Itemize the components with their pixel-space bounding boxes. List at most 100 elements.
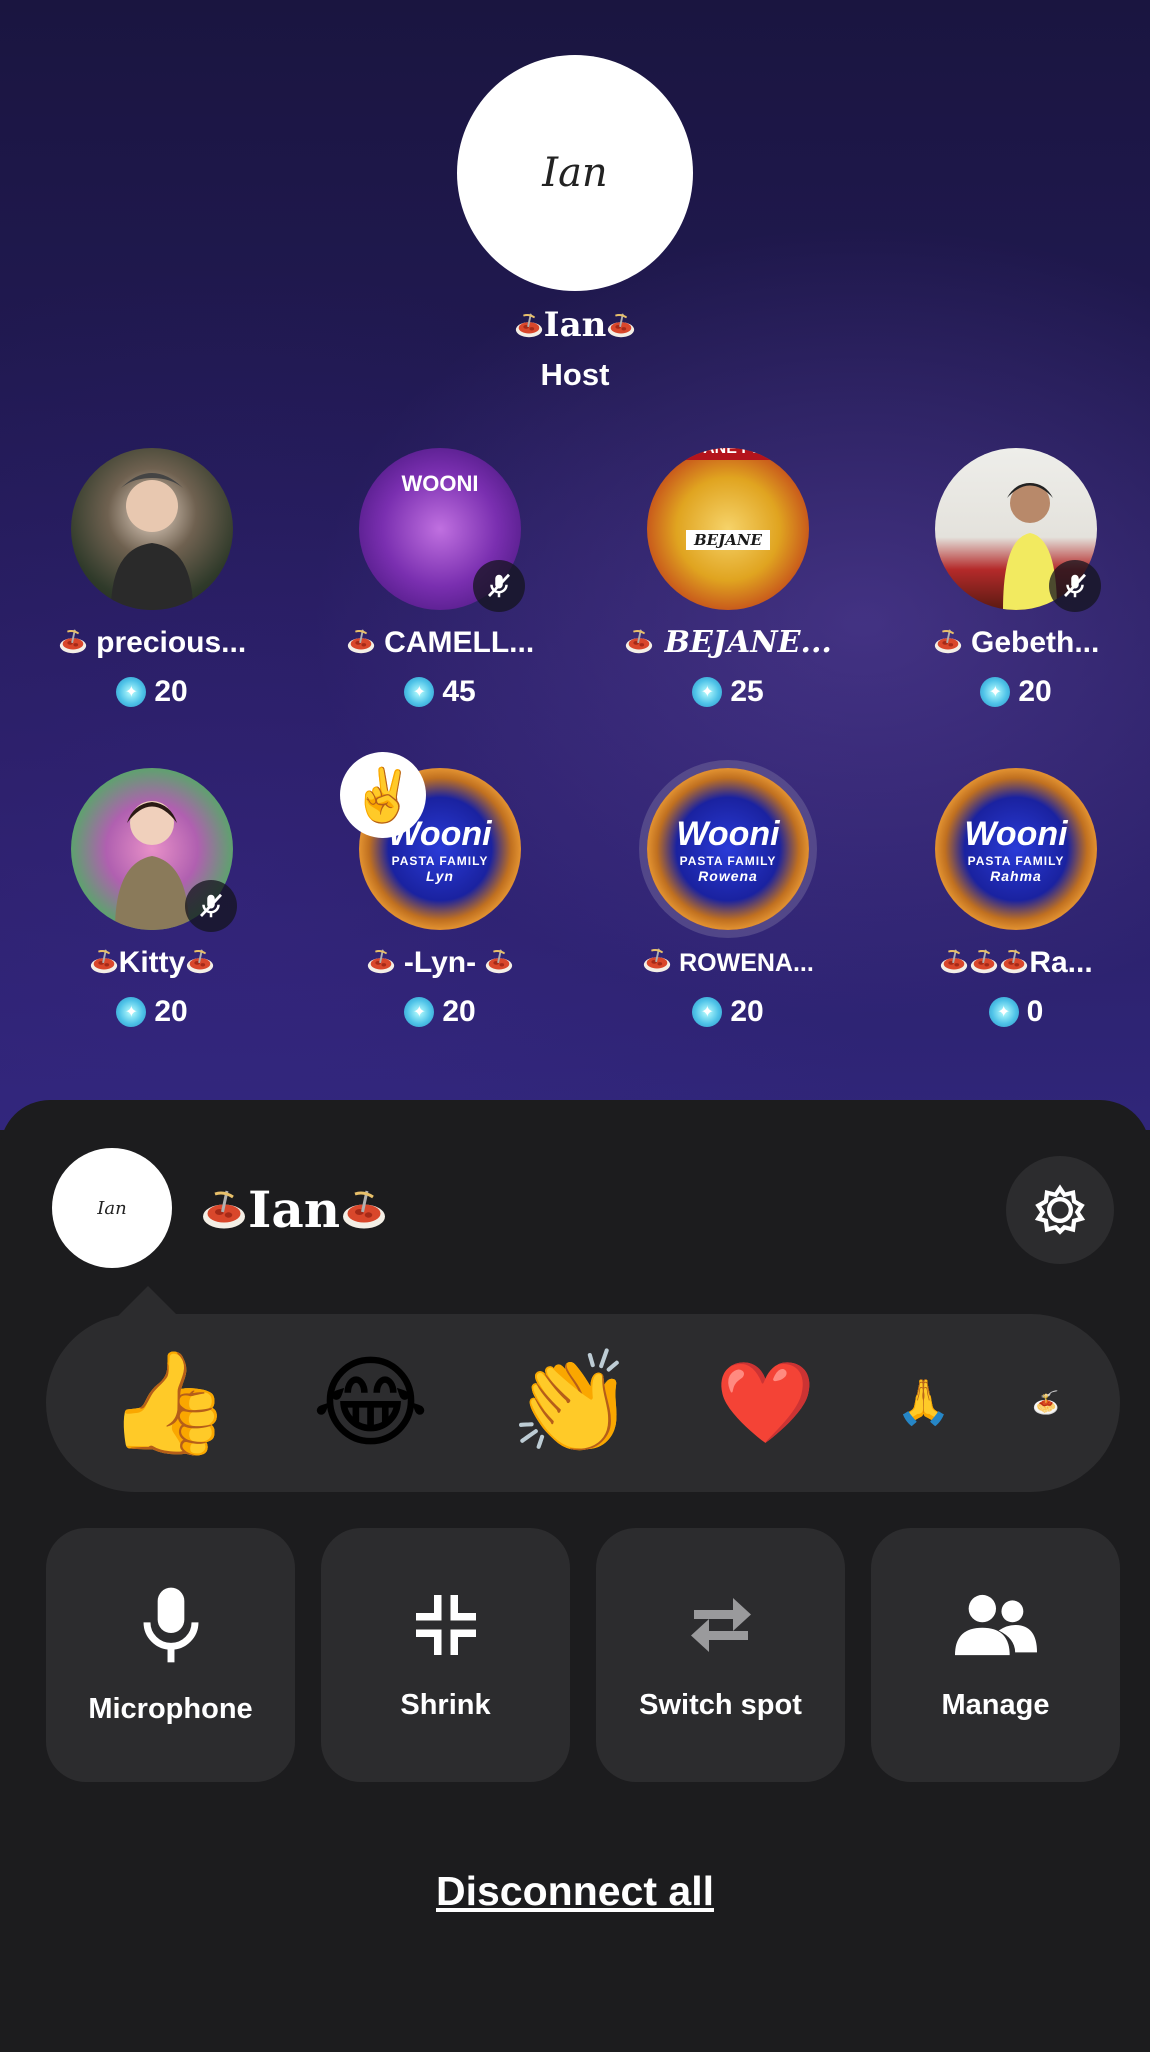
avatar-sub-text: PASTA FAMILY — [391, 853, 489, 868]
guest-avatar[interactable]: Wooni PASTA FAMILY Rowena — [647, 768, 809, 930]
heart-reaction[interactable]: ❤️ — [716, 1363, 816, 1443]
muted-mic-icon — [473, 560, 525, 612]
guest-score: ✦ 20 — [598, 994, 858, 1030]
guest-name: BEJANE... — [598, 624, 858, 662]
gear-icon — [1034, 1184, 1086, 1235]
pasta-icon — [185, 946, 215, 976]
avatar-sub-text: PASTA FAMILY — [679, 853, 777, 868]
thumbs-up-reaction[interactable]: 👍 — [107, 1353, 232, 1453]
stage-area: Ian Ian Host precious... ✦ 20 WOONI CAME… — [0, 0, 1150, 1130]
coin-icon: ✦ — [692, 677, 723, 707]
guest-score: ✦ 25 — [598, 674, 858, 710]
reaction-bar: 👍 😂 👏 ❤️ 🙏 🍝 — [46, 1314, 1120, 1492]
my-avatar[interactable]: Ian — [52, 1148, 172, 1268]
control-sheet: Ian Ian 👍 😂 👏 ❤️ 🙏 🍝 Microphone Shrink S… — [0, 1100, 1150, 2052]
guest-seat-5[interactable]: Kitty ✦ 20 — [22, 768, 282, 1030]
pasta-icon — [624, 626, 654, 656]
avatar-brand-text: Wooni — [676, 814, 780, 853]
guest-name: Gebeth... — [886, 624, 1146, 662]
coin-icon: ✦ — [404, 677, 435, 707]
host-role-label: Host — [540, 357, 610, 392]
reaction-bubble-tail — [118, 1286, 178, 1316]
pasta-reaction[interactable]: 🍝 — [1032, 1392, 1059, 1414]
coin-icon: ✦ — [988, 997, 1019, 1027]
guest-name: ROWENA... — [598, 944, 858, 982]
coin-icon: ✦ — [116, 997, 147, 1027]
avatar-tag-text: Rahma — [990, 867, 1042, 884]
guest-seat-1[interactable]: precious... ✦ 20 — [22, 448, 282, 710]
microphone-icon — [143, 1587, 198, 1662]
microphone-button[interactable]: Microphone — [46, 1528, 295, 1782]
pasta-icon — [484, 946, 514, 976]
pasta-icon — [340, 1185, 388, 1233]
pasta-icon — [999, 946, 1029, 976]
my-name-text: Ian — [248, 1180, 341, 1239]
guest-score: ✦ 45 — [310, 674, 570, 710]
pasta-icon — [933, 626, 963, 656]
my-name: Ian — [200, 1182, 388, 1238]
guest-seat-7[interactable]: Wooni PASTA FAMILY Rowena ROWENA... ✦ 20 — [598, 768, 858, 1030]
pray-reaction[interactable]: 🙏 — [896, 1381, 951, 1425]
avatar-sub-text: PASTA FAMILY — [967, 853, 1065, 868]
laugh-reaction[interactable]: 😂 — [312, 1353, 429, 1453]
pasta-icon — [969, 946, 999, 976]
my-avatar-text: Ian — [97, 1197, 127, 1219]
guest-seat-4[interactable]: Gebeth... ✦ 20 — [886, 448, 1146, 710]
guest-score: ✦ 20 — [22, 674, 282, 710]
clap-reaction[interactable]: 👏 — [510, 1353, 635, 1453]
guest-name: Ra... — [886, 944, 1146, 982]
guest-avatar[interactable]: Wooni PASTA FAMILY Rahma — [935, 768, 1097, 930]
avatar-tag-text: Lyn — [426, 867, 454, 884]
guest-score: ✦ 20 — [310, 994, 570, 1030]
person-photo-icon — [111, 473, 193, 610]
avatar-banner-text: WOONI — [401, 471, 479, 496]
host-avatar-text: Ian — [542, 150, 608, 196]
host-name: Ian — [0, 305, 1150, 345]
muted-mic-icon — [185, 880, 237, 932]
guest-name: Kitty — [22, 944, 282, 982]
avatar-banner-text: BEJANE Pasta — [665, 448, 791, 460]
switch-spot-button[interactable]: Switch spot — [596, 1528, 845, 1782]
manage-label: Manage — [941, 1688, 1050, 1721]
host-name-text: Ian — [543, 305, 607, 345]
pasta-icon — [200, 1185, 248, 1233]
guest-name: CAMELL... — [310, 624, 570, 662]
guest-seat-3[interactable]: BEJANE Pasta BEJANE BEJANE... ✦ 25 — [598, 448, 858, 710]
guest-seat-2[interactable]: WOONI CAMELL... ✦ 45 — [310, 448, 570, 710]
guest-score: ✦ 0 — [886, 994, 1146, 1030]
guest-score: ✦ 20 — [22, 994, 282, 1030]
shrink-icon — [415, 1594, 476, 1655]
victory-hand-reaction-icon: ✌️ — [340, 752, 426, 838]
pasta-icon — [58, 626, 88, 656]
host-seat[interactable]: Ian Ian Host — [0, 55, 1150, 393]
shrink-button[interactable]: Shrink — [321, 1528, 570, 1782]
guest-seat-8[interactable]: Wooni PASTA FAMILY Rahma Ra... ✦ 0 — [886, 768, 1146, 1030]
guest-name: precious... — [22, 624, 282, 662]
pasta-icon — [606, 310, 636, 340]
action-buttons: Microphone Shrink Switch spot Manage — [46, 1528, 1120, 1782]
pasta-icon — [89, 946, 119, 976]
coin-icon: ✦ — [692, 997, 723, 1027]
manage-button[interactable]: Manage — [871, 1528, 1120, 1782]
microphone-label: Microphone — [88, 1692, 253, 1725]
pasta-icon — [939, 946, 969, 976]
guest-avatar[interactable]: BEJANE Pasta BEJANE — [647, 448, 809, 610]
avatar-tag-text: BEJANE — [686, 530, 770, 550]
guest-name: -Lyn- — [310, 944, 570, 982]
switch-spot-label: Switch spot — [639, 1688, 802, 1721]
people-icon — [954, 1594, 1037, 1655]
coin-icon: ✦ — [404, 997, 435, 1027]
avatar-tag-text: Rowena — [698, 867, 758, 884]
switch-arrows-icon — [690, 1597, 751, 1652]
coin-icon: ✦ — [116, 677, 147, 707]
guest-avatar[interactable] — [71, 448, 233, 610]
muted-mic-icon — [1049, 560, 1101, 612]
pasta-icon — [642, 945, 672, 975]
pasta-icon — [514, 310, 544, 340]
pasta-icon — [346, 626, 376, 656]
host-avatar[interactable]: Ian — [457, 55, 693, 291]
disconnect-all-button[interactable]: Disconnect all — [0, 1868, 1150, 1915]
settings-button[interactable] — [1006, 1156, 1114, 1264]
pasta-icon — [366, 946, 396, 976]
guest-score: ✦ 20 — [886, 674, 1146, 710]
